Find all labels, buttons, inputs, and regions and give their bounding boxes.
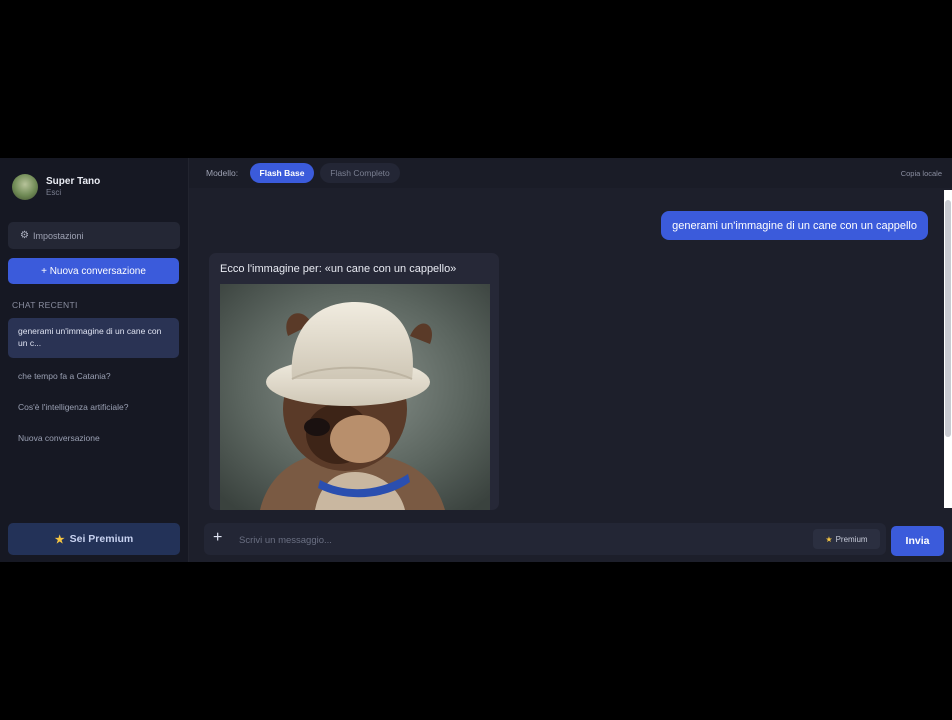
premium-status-button[interactable]: ★ Sei Premium — [8, 523, 180, 555]
premium-button[interactable]: ★ Premium — [813, 529, 880, 549]
user-message-bubble: generami un'immagine di un cane con un c… — [661, 211, 928, 240]
model-tab-flash-base[interactable]: Flash Base — [250, 163, 314, 183]
user-profile: Super Tano Esci — [12, 174, 100, 200]
logout-link[interactable]: Esci — [46, 188, 100, 198]
model-topbar: Modello: Flash Base Flash Completo Copia… — [189, 158, 952, 188]
message-composer: + ★ Premium — [204, 523, 886, 555]
premium-status-label: Sei Premium — [69, 533, 134, 545]
new-chat-button[interactable]: + Nuova conversazione — [8, 258, 179, 284]
chat-item-weather[interactable]: che tempo fa a Catania? — [8, 370, 179, 382]
message-input[interactable] — [237, 531, 781, 549]
model-tab-flash-completo[interactable]: Flash Completo — [320, 163, 400, 183]
model-label: Modello: — [206, 168, 239, 178]
attach-plus-button[interactable]: + — [213, 529, 222, 547]
chat-main: Modello: Flash Base Flash Completo Copia… — [189, 158, 952, 562]
send-button[interactable]: Invia — [891, 526, 944, 556]
chat-item-ai[interactable]: Cos'è l'intelligenza artificiale? — [8, 401, 179, 413]
avatar[interactable] — [12, 174, 38, 200]
star-icon: ★ — [825, 534, 833, 544]
settings-label: Impostazioni — [32, 230, 84, 241]
gear-icon: ⚙ — [20, 230, 29, 241]
star-icon: ★ — [54, 533, 65, 546]
chat-app: Super Tano Esci ⚙ Impostazioni + Nuova c… — [0, 158, 952, 562]
local-copy-link[interactable]: Copia locale — [901, 169, 942, 178]
chat-scrollbar[interactable] — [944, 190, 952, 508]
scrollbar-thumb[interactable] — [945, 200, 951, 437]
generated-dog-image[interactable] — [220, 284, 490, 510]
premium-button-label: Premium — [835, 534, 868, 544]
recent-chats-title: CHAT RECENTI — [12, 300, 78, 310]
chat-item-dog-image[interactable]: generami un'immagine di un cane con un c… — [8, 318, 179, 358]
chat-item-new[interactable]: Nuova conversazione — [8, 432, 179, 444]
user-name: Super Tano — [46, 176, 101, 187]
settings-button[interactable]: ⚙ Impostazioni — [8, 222, 180, 249]
assistant-message-text: Ecco l'immagine per: «un cane con un cap… — [220, 263, 457, 275]
assistant-message-card: Ecco l'immagine per: «un cane con un cap… — [209, 253, 499, 510]
sidebar: Super Tano Esci ⚙ Impostazioni + Nuova c… — [0, 158, 189, 562]
